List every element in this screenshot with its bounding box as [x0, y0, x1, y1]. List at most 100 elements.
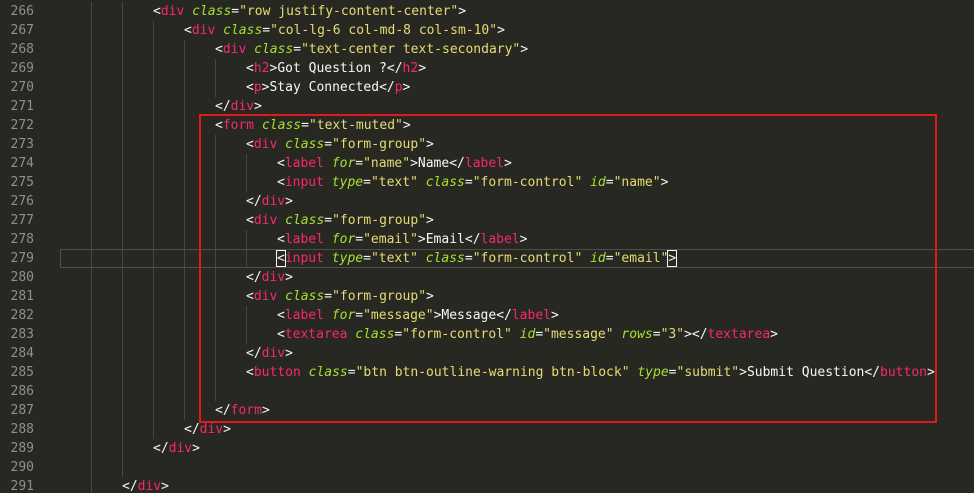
- indent-guide: [184, 344, 185, 363]
- code-text[interactable]: <p>Stay Connected</p>: [246, 78, 410, 97]
- code-text[interactable]: <h2>Got Question ?</h2>: [246, 59, 426, 78]
- indent-guide: [91, 2, 92, 21]
- code-line[interactable]: 272 <form class="text-muted">: [0, 116, 974, 135]
- code-text[interactable]: </div>: [246, 268, 293, 287]
- punctuation: =: [355, 232, 364, 247]
- code-lines[interactable]: 266 <div class="row justify-content-cente…: [0, 0, 974, 493]
- code-line[interactable]: 274 <label for="name">Name</label>: [0, 154, 974, 173]
- code-line[interactable]: 291 </div>: [0, 477, 974, 493]
- code-text[interactable]: <div class="row justify-content-center">: [153, 2, 466, 21]
- code-text[interactable]: </div>: [184, 420, 231, 439]
- indent-guide: [153, 97, 154, 116]
- indent-guide: [122, 401, 123, 420]
- attribute-value: "submit": [676, 365, 740, 380]
- code-text[interactable]: <textarea class="form-control" id="messa…: [277, 325, 778, 344]
- attribute-value: "form-control": [472, 251, 583, 266]
- code-line[interactable]: 290: [0, 458, 974, 477]
- code-line[interactable]: 270 <p>Stay Connected</p>: [0, 78, 974, 97]
- code-line[interactable]: 279 <input type="text" class="form-contro…: [0, 249, 974, 268]
- tag-name: div: [137, 479, 162, 493]
- code-line[interactable]: 288 </div>: [0, 420, 974, 439]
- punctuation: <: [246, 137, 254, 152]
- code-editor[interactable]: 266 <div class="row justify-content-cente…: [0, 0, 974, 493]
- punctuation: <: [277, 175, 285, 190]
- indent-guide: [122, 78, 123, 97]
- code-text[interactable]: <div class="text-center text-secondary">: [215, 40, 528, 59]
- tag-name: label: [511, 308, 551, 323]
- code-line[interactable]: 276 </div>: [0, 192, 974, 211]
- code-text[interactable]: </div>: [153, 439, 200, 458]
- code-text[interactable]: <form class="text-muted">: [215, 116, 411, 135]
- code-line[interactable]: 287 </form>: [0, 401, 974, 420]
- punctuation: =: [464, 175, 473, 190]
- code-line[interactable]: 268 <div class="text-center text-secondar…: [0, 40, 974, 59]
- line-number: 269: [10, 61, 34, 76]
- code-line[interactable]: 266 <div class="row justify-content-cente…: [0, 2, 974, 21]
- code-text[interactable]: </div>: [246, 192, 293, 211]
- punctuation: >: [418, 61, 427, 76]
- attribute-name: class: [285, 289, 325, 304]
- punctuation: </: [153, 441, 169, 456]
- code-text[interactable]: <input type="text" class="form-control" …: [276, 249, 678, 268]
- punctuation: =: [301, 118, 309, 133]
- indent-guide: [122, 40, 123, 59]
- code-text[interactable]: <div class="form-group">: [246, 211, 434, 230]
- indent-guide: [153, 287, 154, 306]
- indent-guide: [122, 116, 123, 135]
- line-number: 271: [10, 99, 34, 114]
- tag-name: button: [253, 365, 301, 380]
- indent-guide: [91, 230, 92, 249]
- code-line[interactable]: 273 <div class="form-group">: [0, 135, 974, 154]
- indent-guide: [91, 78, 92, 97]
- punctuation: =: [363, 251, 371, 266]
- code-line[interactable]: 283 <textarea class="form-control" id="me…: [0, 325, 974, 344]
- code-text[interactable]: <label for="name">Name</label>: [277, 154, 512, 173]
- code-text[interactable]: <div class="form-group">: [246, 287, 434, 306]
- code-line[interactable]: 284 </div>: [0, 344, 974, 363]
- indent-guide: [184, 268, 185, 287]
- code-text[interactable]: <label for="message">Message</label>: [277, 306, 559, 325]
- indent-guide: [246, 173, 247, 192]
- code-text[interactable]: </div>: [215, 97, 262, 116]
- code-text[interactable]: </div>: [246, 344, 293, 363]
- code-line[interactable]: 269 <h2>Got Question ?</h2>: [0, 59, 974, 78]
- code-line[interactable]: 277 <div class="form-group">: [0, 211, 974, 230]
- code-line[interactable]: 275 <input type="text" class="form-contro…: [0, 173, 974, 192]
- tag-name: input: [284, 175, 324, 190]
- code-line[interactable]: 286: [0, 382, 974, 401]
- code-line[interactable]: 278 <label for="email">Email</label>: [0, 230, 974, 249]
- code-text[interactable]: </form>: [215, 401, 270, 420]
- indent-guide: [122, 173, 123, 192]
- code-line[interactable]: 281 <div class="form-group">: [0, 287, 974, 306]
- line-number: 272: [10, 118, 34, 133]
- code-text[interactable]: <button class="btn btn-outline-warning b…: [246, 363, 935, 382]
- code-line[interactable]: 282 <label for="message">Message</label>: [0, 306, 974, 325]
- punctuation: =: [324, 289, 333, 304]
- code-text[interactable]: <div class="form-group">: [246, 135, 434, 154]
- code-line[interactable]: 285 <button class="btn btn-outline-warnin…: [0, 363, 974, 382]
- attribute-value: "form-group": [332, 137, 427, 152]
- code-line[interactable]: 280 </div>: [0, 268, 974, 287]
- indent-guide: [184, 97, 185, 116]
- indent-guide: [91, 192, 92, 211]
- indent-guide: [122, 230, 123, 249]
- code-text[interactable]: <input type="text" class="form-control" …: [277, 173, 668, 192]
- tag-name: label: [284, 156, 324, 171]
- punctuation: =: [262, 23, 271, 38]
- indent-guide: [246, 325, 247, 344]
- indent-guide: [184, 59, 185, 78]
- punctuation: =: [605, 175, 614, 190]
- punctuation: >: [402, 80, 411, 95]
- code-line[interactable]: 271 </div>: [0, 97, 974, 116]
- indent-guide: [153, 230, 154, 249]
- code-line[interactable]: 267 <div class="col-lg-6 col-md-8 col-sm-…: [0, 21, 974, 40]
- code-text[interactable]: <label for="email">Email</label>: [277, 230, 528, 249]
- line-number: 284: [10, 346, 34, 361]
- indent-guide: [91, 439, 92, 458]
- punctuation: </: [122, 479, 138, 493]
- code-text[interactable]: </div>: [122, 477, 169, 493]
- code-text[interactable]: <div class="col-lg-6 col-md-8 col-sm-10"…: [184, 21, 505, 40]
- indent-guide: [184, 173, 185, 192]
- code-line[interactable]: 289 </div>: [0, 439, 974, 458]
- indent-guide: [122, 344, 123, 363]
